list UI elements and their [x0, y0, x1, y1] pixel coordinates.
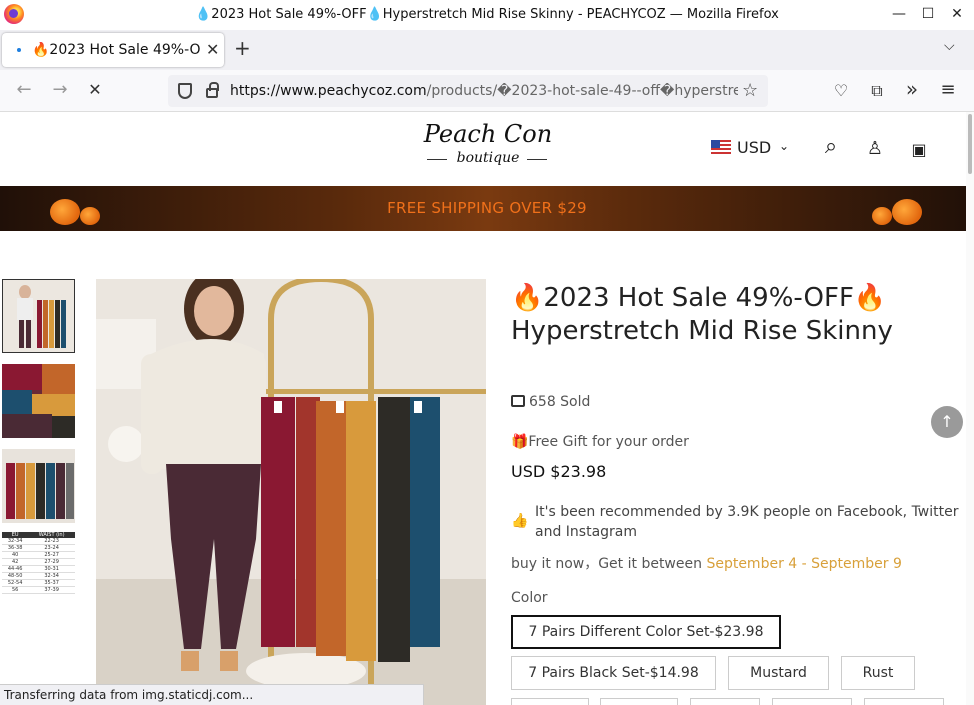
- window-title: 💧2023 Hot Sale 49%-OFF💧Hyperstretch Mid …: [195, 7, 779, 22]
- color-option-rust[interactable]: Rust: [841, 656, 915, 690]
- size-chart-cell: 30-31: [28, 565, 75, 573]
- size-chart-cell: 27-29: [28, 558, 75, 566]
- delivery-estimate: buy it now，Get it between September 4 - …: [511, 553, 902, 573]
- new-tab-button[interactable]: +: [234, 36, 251, 60]
- lock-icon[interactable]: [206, 82, 219, 98]
- pumpkin-icon: [892, 199, 922, 225]
- cart-icon[interactable]: ▣: [908, 140, 930, 159]
- overflow-menu-icon[interactable]: »: [902, 77, 922, 101]
- social-proof-text: It's been recommended by 3.9K people on …: [535, 504, 959, 540]
- shield-icon[interactable]: [178, 83, 192, 99]
- size-chart-thumbnail[interactable]: EU WAIST (in) 32-34 22-23 36-38 23-24 40 25-…: [2, 532, 75, 606]
- back-to-top-button[interactable]: ↑: [931, 406, 963, 438]
- color-option-partial[interactable]: [600, 698, 678, 705]
- size-chart-table: EU WAIST (in) 32-34 22-23 36-38 23-24 40 25-…: [2, 532, 75, 594]
- logo-divider: [527, 159, 547, 160]
- list-all-tabs-button[interactable]: ⌵: [944, 38, 955, 54]
- size-chart-cell: 44-46: [2, 565, 29, 573]
- thumbnail-image: [2, 449, 75, 523]
- promo-banner: FREE SHIPPING OVER $29: [0, 186, 974, 231]
- shop-bag-icon: [511, 395, 525, 407]
- sold-count-text: 658 Sold: [529, 394, 591, 410]
- product-title-line: 🔥2023 Hot Sale 49%-OFF🔥: [511, 283, 887, 313]
- product-thumbnail-3[interactable]: [2, 449, 75, 523]
- main-product-image[interactable]: [96, 279, 486, 705]
- extensions-icon[interactable]: ⧉: [867, 81, 887, 101]
- size-chart-cell: 56: [2, 586, 29, 594]
- delivery-prefix: buy it now，Get it between: [511, 556, 707, 572]
- size-chart-cell: 40: [2, 551, 29, 559]
- url-text[interactable]: https://www.peachycoz.com/products/�2023…: [230, 83, 738, 99]
- sold-count: 658 Sold: [511, 394, 590, 410]
- thumbnail-image: [2, 364, 75, 438]
- color-label: Color: [511, 590, 548, 606]
- search-icon[interactable]: ⌕: [820, 134, 842, 159]
- free-shipping-text: FREE SHIPPING OVER $29: [387, 199, 587, 217]
- color-option-seven-pairs-different[interactable]: 7 Pairs Different Color Set-$23.98: [511, 615, 781, 649]
- delivery-end-date: September 9: [811, 556, 902, 572]
- size-chart-cell: 36-38: [2, 544, 29, 552]
- product-title: 🔥2023 Hot Sale 49%-OFF🔥 Hyperstretch Mid…: [511, 282, 951, 348]
- chevron-down-icon[interactable]: ⌄: [779, 139, 789, 153]
- tab-title: 🔥2023 Hot Sale 49%-OFF: [32, 42, 200, 58]
- size-chart-cell: 52-54: [2, 579, 29, 587]
- product-thumbnail-2[interactable]: [2, 364, 75, 438]
- site-logo[interactable]: Peach Con: [418, 120, 558, 148]
- size-chart-cell: 23-24: [28, 544, 75, 552]
- pocket-icon[interactable]: ♡: [831, 81, 851, 100]
- close-window-button[interactable]: ✕: [946, 4, 968, 24]
- forward-button[interactable]: →: [50, 80, 70, 100]
- tab-bar: 🔥2023 Hot Sale 49%-OFF ✕ + ⌵: [0, 30, 974, 70]
- color-option-mustard[interactable]: Mustard: [728, 656, 829, 690]
- site-logo-subtitle: boutique: [456, 150, 520, 166]
- color-option-partial[interactable]: [864, 698, 944, 705]
- url-bar[interactable]: https://www.peachycoz.com/products/�2023…: [168, 75, 768, 107]
- size-chart-cell: 32-34: [28, 572, 75, 580]
- size-chart-cell: 37-39: [28, 586, 75, 594]
- color-option-partial[interactable]: [690, 698, 760, 705]
- size-chart-cell: 25-27: [28, 551, 75, 559]
- window-titlebar: 💧2023 Hot Sale 49%-OFF💧Hyperstretch Mid …: [0, 0, 974, 30]
- maximize-button[interactable]: ☐: [917, 4, 939, 24]
- size-chart-cell: 42: [2, 558, 29, 566]
- size-chart-cell: 35-37: [28, 579, 75, 587]
- tab-active[interactable]: 🔥2023 Hot Sale 49%-OFF ✕: [2, 33, 224, 67]
- us-flag-icon[interactable]: [711, 140, 731, 154]
- product-title-line: Hyperstretch Mid Rise Skinny: [511, 316, 893, 346]
- delivery-date-separator: -: [797, 556, 812, 572]
- size-chart-cell: 48-50: [2, 572, 29, 580]
- stop-loading-button[interactable]: ✕: [85, 80, 105, 100]
- product-price: USD $23.98: [511, 462, 607, 481]
- status-bar: Transferring data from img.staticdj.com.…: [0, 684, 424, 705]
- page-viewport: Peach Con boutique USD ⌄ ⌕ ♙ ▣ FREE SHIP…: [0, 112, 974, 705]
- hamburger-menu-icon[interactable]: ≡: [938, 79, 958, 100]
- minimize-button[interactable]: —: [888, 4, 910, 24]
- color-option-partial[interactable]: [511, 698, 589, 705]
- back-button[interactable]: ←: [14, 80, 34, 100]
- color-option-partial[interactable]: [772, 698, 852, 705]
- currency-selector[interactable]: USD: [737, 138, 771, 157]
- free-gift-text: 🎁Free Gift for your order: [511, 434, 689, 450]
- loading-dot-icon: [17, 48, 21, 52]
- color-option-seven-pairs-black[interactable]: 7 Pairs Black Set-$14.98: [511, 656, 716, 690]
- navigation-toolbar: ← → ✕ https://www.peachycoz.com/products…: [0, 70, 974, 112]
- scrollbar-thumb[interactable]: [968, 114, 972, 174]
- page-scrollbar[interactable]: [966, 112, 974, 705]
- thumbnail-image: [3, 280, 74, 352]
- pumpkin-icon: [872, 207, 892, 225]
- tab-close-button[interactable]: ✕: [206, 40, 219, 59]
- site-header: Peach Con boutique USD ⌄ ⌕ ♙ ▣: [0, 112, 966, 186]
- delivery-start-date: September 4: [706, 556, 798, 572]
- bookmark-star-icon[interactable]: ☆: [742, 80, 758, 101]
- account-icon[interactable]: ♙: [864, 138, 886, 159]
- product-thumbnail-1[interactable]: [2, 279, 75, 353]
- thumbs-up-icon: 👍: [511, 513, 529, 529]
- product-photo: [96, 279, 486, 705]
